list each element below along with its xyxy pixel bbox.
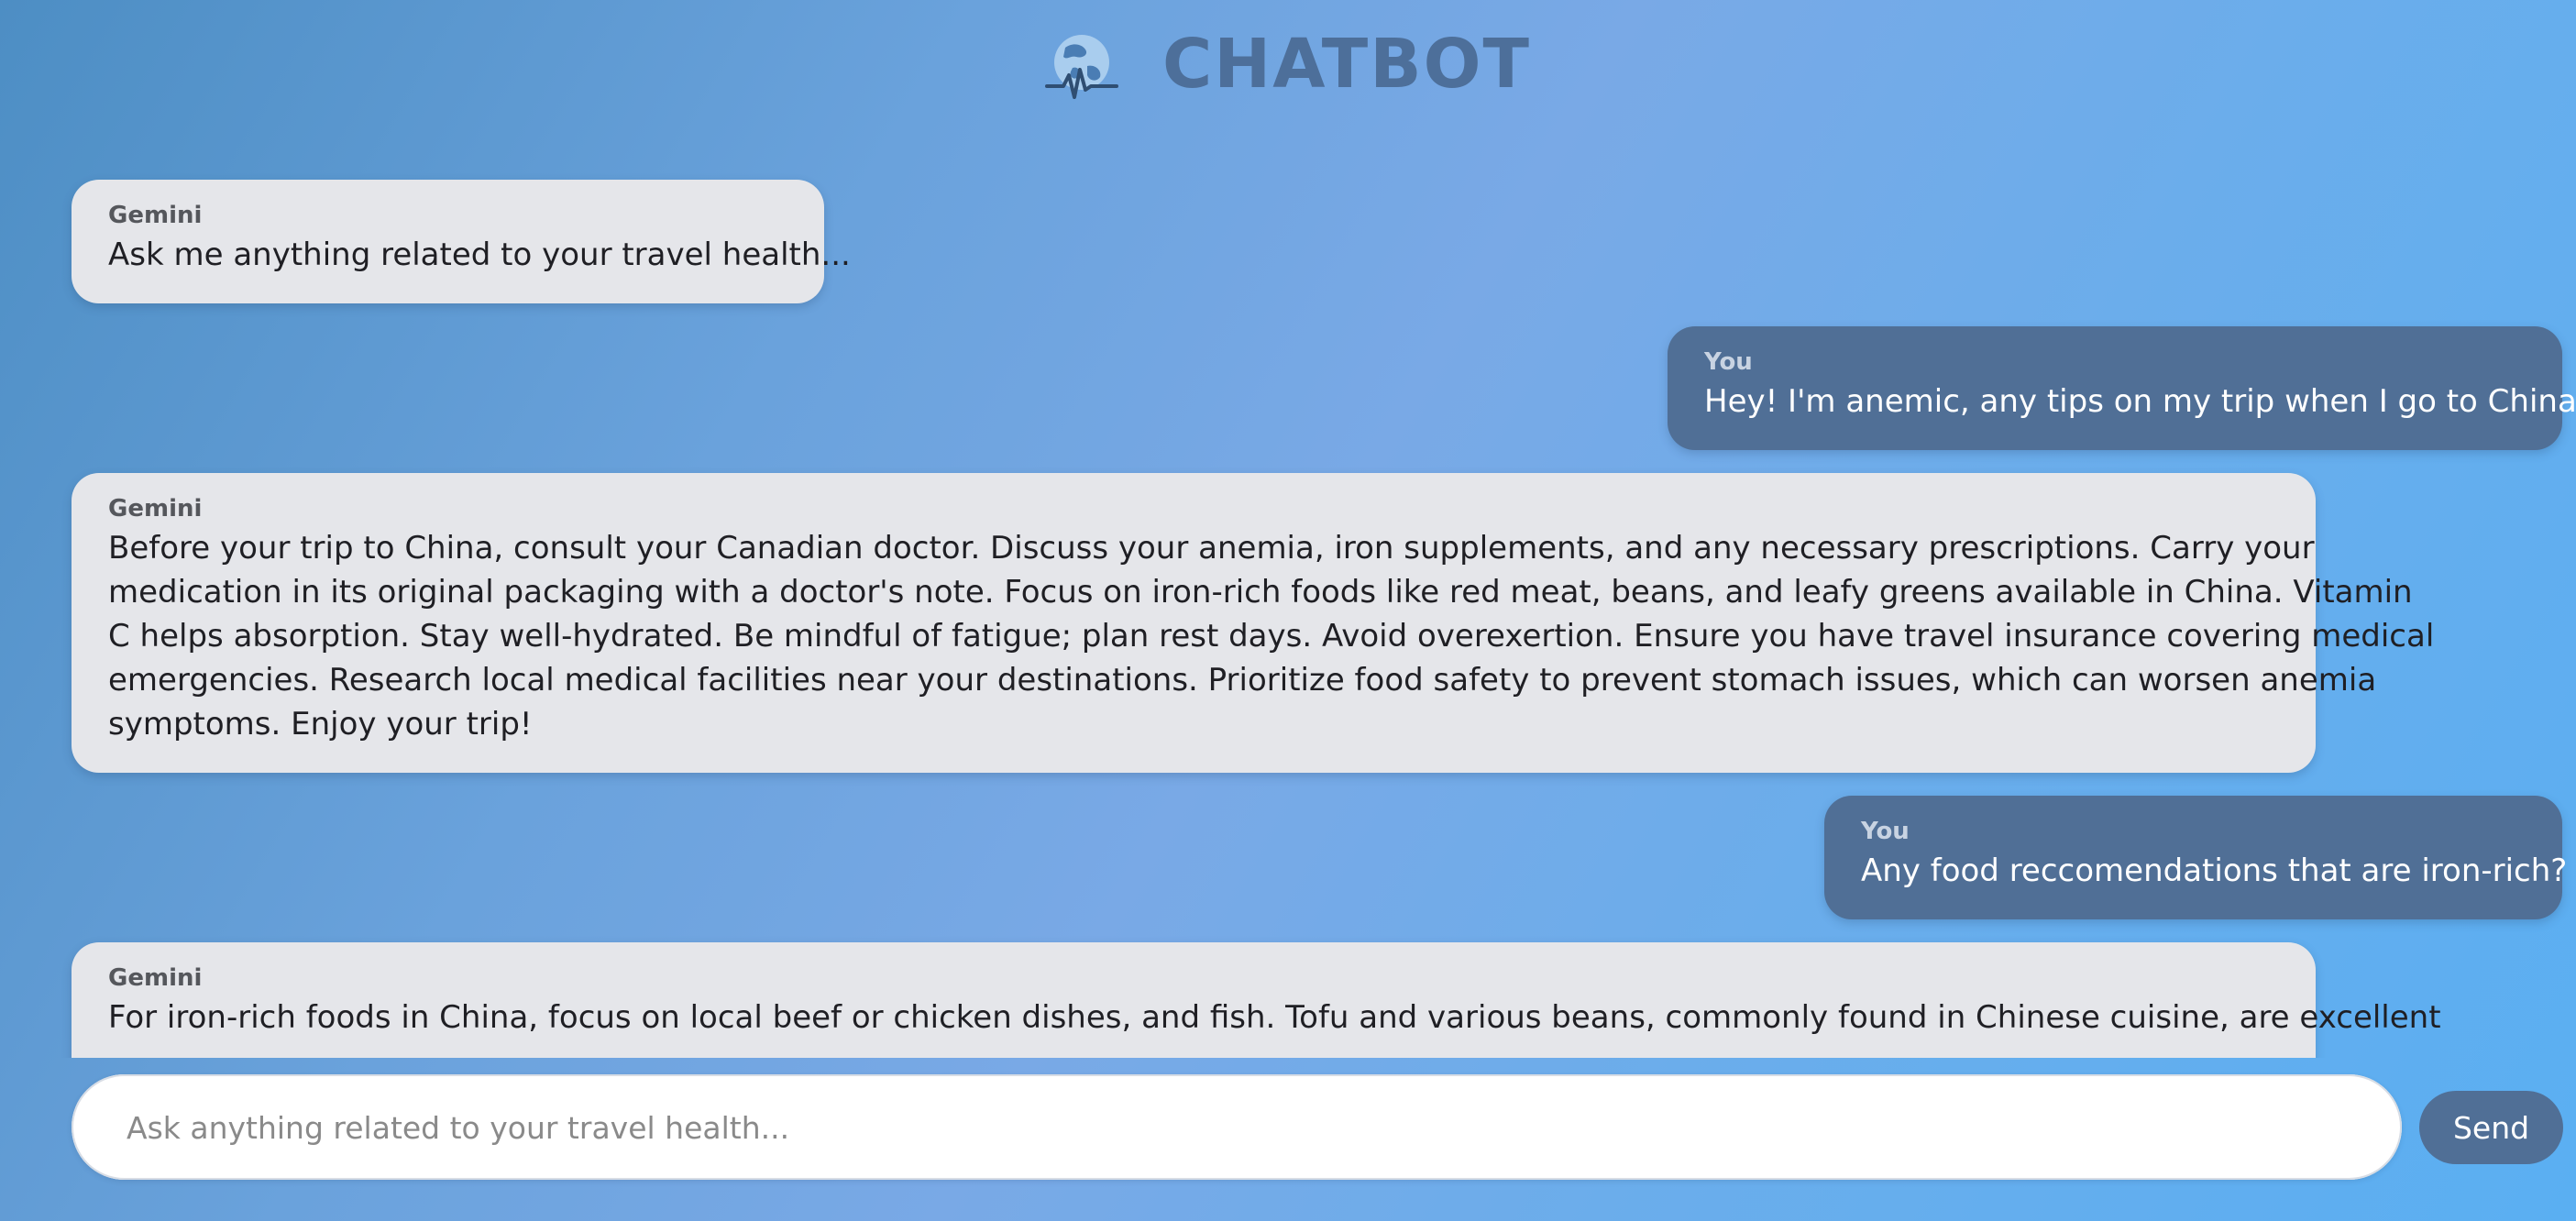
message-bubble-bot: Gemini Before your trip to China, consul… <box>72 473 2434 773</box>
message-sender: You <box>1704 348 1753 376</box>
chat-input-container <box>72 1074 2402 1182</box>
message-sender: You <box>1861 818 1910 845</box>
message-text-line: emergencies. Research local medical faci… <box>108 662 2377 698</box>
message-bubble-bot: Gemini For iron-rich foods in China, foc… <box>72 942 2441 1058</box>
message-text-line: C helps absorption. Stay well-hydrated. … <box>108 618 2435 654</box>
chat-log[interactable]: Gemini Ask me anything related to your t… <box>0 138 2576 1058</box>
message-text-line: medication in its original packaging wit… <box>108 574 2413 610</box>
message-text: Ask me anything related to your travel h… <box>108 236 851 273</box>
header: CHATBOT <box>0 18 2576 110</box>
message-text: For iron-rich foods in China, focus on l… <box>108 999 2441 1036</box>
message-bubble-bot: Gemini Ask me anything related to your t… <box>72 180 851 303</box>
message-bubble-user: You Hey! I'm anemic, any tips on my trip… <box>1668 326 2576 450</box>
chat-input[interactable] <box>125 1074 2365 1182</box>
globe-heartbeat-icon <box>1044 35 1118 99</box>
message-text: Before your trip to China, consult your … <box>108 526 2434 746</box>
message-sender: Gemini <box>108 202 203 229</box>
send-button[interactable]: Send <box>2419 1091 2563 1164</box>
message-text: Any food reccomendations that are iron-r… <box>1861 852 2568 889</box>
message-text-line: Before your trip to China, consult your … <box>108 530 2315 566</box>
message-sender: Gemini <box>108 495 203 522</box>
message-text: Hey! I'm anemic, any tips on my trip whe… <box>1704 383 2576 420</box>
message-bubble-user: You Any food reccomendations that are ir… <box>1824 796 2567 919</box>
message-sender: Gemini <box>108 964 203 992</box>
page-title: CHATBOT <box>1161 25 1532 104</box>
message-text-line: symptoms. Enjoy your trip! <box>108 706 533 742</box>
